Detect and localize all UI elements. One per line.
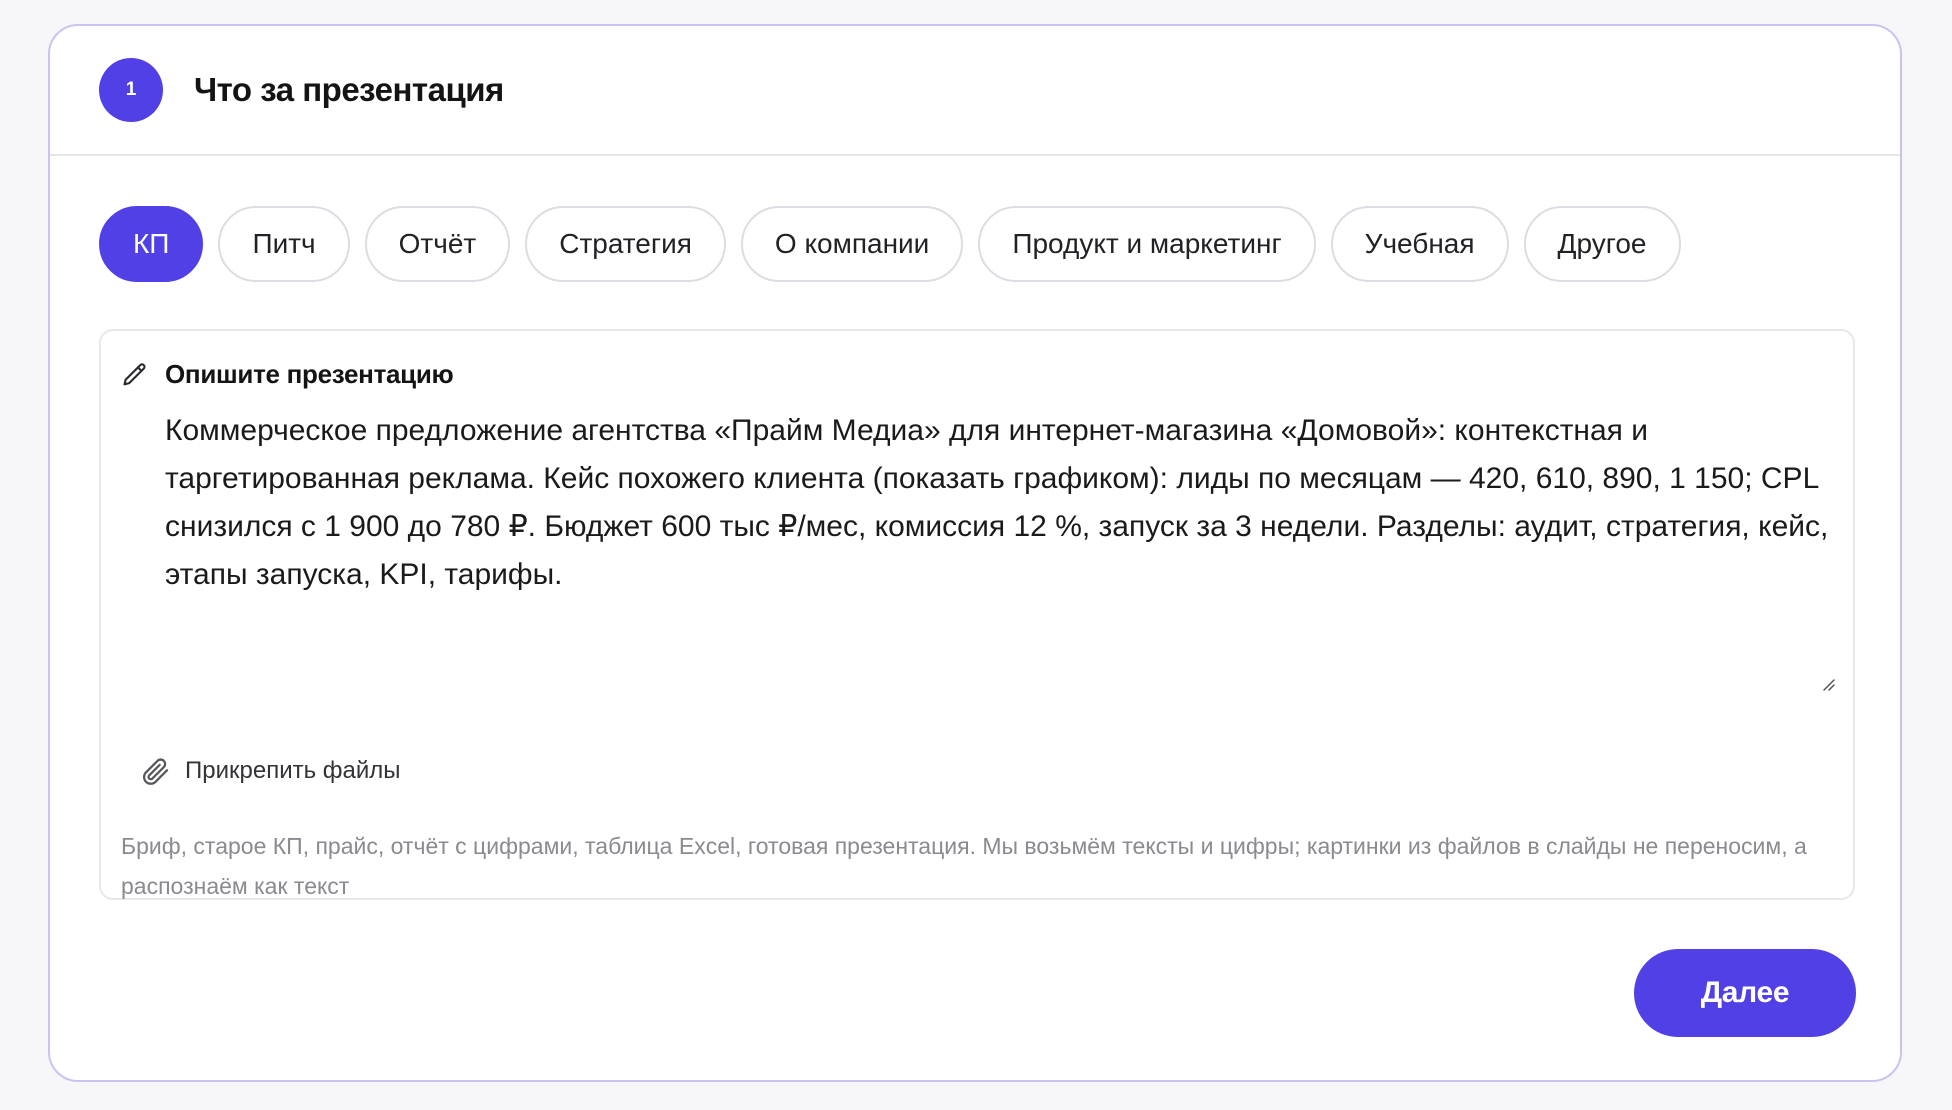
type-chip-educational[interactable]: Учебная (1330, 206, 1509, 282)
card-header: 1 Что за презентация (50, 26, 1900, 156)
type-chip-strategy[interactable]: Стратегия (525, 206, 726, 282)
type-chip-other[interactable]: Другое (1523, 206, 1681, 282)
presentation-type-card: 1 Что за презентация КП Питч Отчёт Страт… (48, 24, 1902, 1082)
pencil-icon (121, 361, 149, 389)
next-button[interactable]: Далее (1634, 949, 1856, 1037)
resize-handle-icon[interactable] (1819, 675, 1835, 691)
card-title: Что за презентация (194, 71, 504, 108)
step-number-badge: 1 (99, 58, 163, 122)
description-label-text: Опишите презентацию (165, 359, 454, 389)
type-chip-product-marketing[interactable]: Продукт и маркетинг (978, 206, 1316, 282)
type-chip-about-company[interactable]: О компании (740, 206, 964, 282)
description-textarea[interactable]: Коммерческое предложение агентства «Прай… (165, 407, 1845, 707)
description-label: Опишите презентацию (121, 359, 454, 390)
type-chip-pitch[interactable]: Питч (218, 206, 350, 282)
presentation-type-chips: КП Питч Отчёт Стратегия О компании Проду… (99, 206, 1681, 282)
description-box: Опишите презентацию Коммерческое предлож… (99, 329, 1855, 900)
attach-files-label: Прикрепить файлы (185, 757, 401, 784)
attach-files-button[interactable]: Прикрепить файлы (139, 755, 401, 787)
attach-hint-text: Бриф, старое КП, прайс, отчёт с цифрами,… (121, 833, 1807, 899)
paperclip-icon (139, 755, 171, 787)
type-chip-report[interactable]: Отчёт (364, 206, 511, 282)
type-chip-kp[interactable]: КП (99, 206, 204, 282)
